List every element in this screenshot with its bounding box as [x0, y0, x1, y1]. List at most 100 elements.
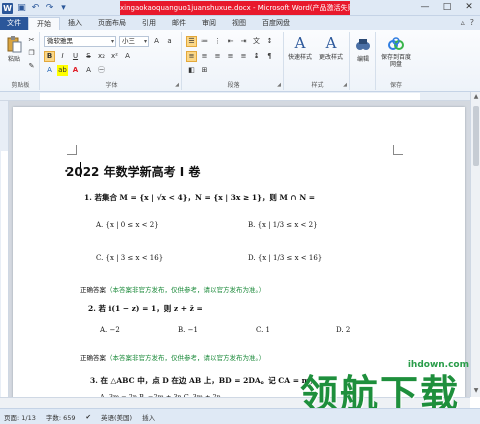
bold-icon[interactable]: B: [44, 51, 55, 62]
close-button[interactable]: ✕: [458, 0, 480, 15]
justify-icon[interactable]: ≡: [225, 51, 236, 62]
align-center-icon[interactable]: ≡: [199, 51, 210, 62]
subscript-icon[interactable]: x₂: [96, 51, 107, 62]
proofing-icon[interactable]: ✔: [86, 413, 91, 421]
align-right-icon[interactable]: ≡: [212, 51, 223, 62]
vertical-ruler[interactable]: [0, 101, 9, 397]
window-title: xingaokaoquanguo1juanshuxue.docx - Micro…: [120, 1, 350, 15]
change-styles-button[interactable]: A 更改样式: [319, 34, 343, 61]
q1-option-c: C. {x | 3 ≤ x < 16}: [96, 254, 164, 262]
paragraph-group: ☰ ≔ ⋮ ⇤ ⇥ 文 ↕ ≡ ≡ ≡ ≡ ≡ ↨ ¶ ◧ ⊞ 段落 ◢: [184, 32, 284, 90]
ribbon-right-controls: ▵ ?: [461, 18, 474, 27]
horizontal-ruler[interactable]: [0, 92, 470, 101]
format-painter-icon[interactable]: ✎: [26, 61, 37, 72]
text-effect-icon[interactable]: A: [44, 65, 55, 76]
font-dialog-launcher-icon[interactable]: ◢: [175, 82, 179, 88]
chinese-layout-icon[interactable]: 文: [251, 36, 262, 47]
char-shading-icon[interactable]: A: [83, 65, 94, 76]
sort-icon[interactable]: ↕: [264, 36, 275, 47]
editing-button[interactable]: 编辑: [354, 35, 372, 63]
tab-baidu-netdisk[interactable]: 百度网盘: [254, 17, 298, 30]
minimize-button[interactable]: —: [414, 0, 436, 15]
question-3: 3. 在 △ABC 中，点 D 在边 AB 上，BD = 2DA。记 CA = …: [90, 376, 318, 385]
bullets-icon[interactable]: ☰: [186, 36, 197, 47]
tab-review[interactable]: 审阅: [194, 17, 224, 30]
quick-styles-button[interactable]: A 快速样式: [288, 34, 312, 61]
superscript-icon[interactable]: x²: [109, 51, 120, 62]
word-app-icon[interactable]: W: [2, 2, 13, 14]
decrease-indent-icon[interactable]: ⇤: [225, 36, 236, 47]
quick-styles-icon: A: [294, 34, 306, 52]
line-spacing-icon[interactable]: ↨: [251, 51, 262, 62]
scroll-thumb[interactable]: [473, 106, 479, 166]
status-mode[interactable]: 插入: [142, 412, 155, 422]
q1-option-a: A. {x | 0 ≤ x < 2}: [96, 221, 159, 229]
numbering-icon[interactable]: ≔: [199, 36, 210, 47]
align-left-icon[interactable]: ≡: [186, 51, 197, 62]
underline-icon[interactable]: U: [70, 51, 81, 62]
styles-dialog-launcher-icon[interactable]: ◢: [343, 82, 347, 88]
tab-references[interactable]: 引用: [134, 17, 164, 30]
save-group: 保存到百度网盘 保存: [378, 32, 414, 90]
redo-icon[interactable]: ↷: [44, 3, 55, 14]
editing-group: 编辑: [352, 32, 376, 90]
paste-icon: [7, 36, 22, 53]
ribbon-tabs: 文件 开始 插入 页面布局 引用 邮件 审阅 视图 百度网盘 ▵ ?: [0, 16, 480, 30]
clipboard-group-label: 剪贴板: [11, 82, 30, 89]
tab-home[interactable]: 开始: [28, 17, 60, 30]
italic-icon[interactable]: I: [57, 51, 68, 62]
tab-file[interactable]: 文件: [0, 17, 28, 30]
tab-page-layout[interactable]: 页面布局: [90, 17, 134, 30]
paragraph-dialog-launcher-icon[interactable]: ◢: [277, 82, 281, 88]
status-words[interactable]: 字数: 659: [46, 412, 76, 422]
shrink-font-icon[interactable]: a: [164, 36, 175, 47]
font-name-combo[interactable]: 微软雅黑: [44, 36, 116, 47]
crop-mark-tr: [393, 145, 403, 155]
answer-line-2: 正确答案（本答案非官方发布，仅供参考，请以官方发布为准。）: [80, 354, 266, 362]
font-size-combo[interactable]: 小三: [119, 36, 149, 47]
status-language[interactable]: 英语(美国): [101, 412, 132, 422]
q2-option-c: C. 1: [256, 326, 271, 334]
q1-option-d: D. {x | 1/3 ≤ x < 16}: [248, 254, 323, 262]
q1-option-b: B. {x | 1/3 ≤ x < 2}: [248, 221, 318, 229]
scroll-up-icon[interactable]: ▲: [471, 93, 480, 102]
tab-view[interactable]: 视图: [224, 17, 254, 30]
clear-format-icon[interactable]: A: [122, 51, 133, 62]
q2-option-a: A. −2: [100, 326, 120, 334]
maximize-button[interactable]: □: [436, 0, 458, 15]
font-group: 微软雅黑 小三 A a B I U S x₂ x² A A ab A A ㊀ 字…: [42, 32, 182, 90]
show-marks-icon[interactable]: ¶: [264, 51, 275, 62]
font-group-label: 字体: [105, 82, 118, 89]
copy-icon[interactable]: ❐: [26, 48, 37, 59]
font-color-icon[interactable]: A: [70, 65, 81, 76]
watermark-url: ihdown.com: [407, 360, 469, 370]
multilevel-list-icon[interactable]: ⋮: [212, 36, 223, 47]
enclose-char-icon[interactable]: ㊀: [96, 65, 107, 76]
help-icon[interactable]: ?: [470, 18, 474, 27]
vertical-scrollbar[interactable]: ▲ ▼: [470, 92, 480, 397]
grow-font-icon[interactable]: A: [151, 36, 162, 47]
save-group-label: 保存: [389, 82, 402, 89]
increase-indent-icon[interactable]: ⇥: [238, 36, 249, 47]
styles-group: A 快速样式 A 更改样式 样式 ◢: [286, 32, 350, 90]
paste-button[interactable]: 粘贴: [5, 35, 23, 63]
strikethrough-icon[interactable]: S: [83, 51, 94, 62]
shading-icon[interactable]: ◧: [186, 65, 197, 76]
status-page[interactable]: 页面: 1/13: [4, 412, 36, 422]
borders-icon[interactable]: ⊞: [199, 65, 210, 76]
document-title: 2022 年数学新高考 I 卷: [66, 165, 201, 179]
change-styles-icon: A: [325, 34, 337, 52]
collapse-ribbon-icon[interactable]: ▵: [461, 18, 465, 27]
save-icon[interactable]: ▣: [16, 3, 27, 14]
clipboard-group: 粘贴 ✂ ❐ ✎ 剪贴板: [2, 32, 40, 90]
customize-qat-icon[interactable]: ▾: [58, 3, 69, 14]
ribbon: 粘贴 ✂ ❐ ✎ 剪贴板 微软雅黑 小三 A a B I U S x₂ x² A…: [0, 30, 480, 92]
styles-group-label: 样式: [311, 82, 324, 89]
distributed-icon[interactable]: ≡: [238, 51, 249, 62]
cut-icon[interactable]: ✂: [26, 35, 37, 46]
tab-mailings[interactable]: 邮件: [164, 17, 194, 30]
undo-icon[interactable]: ↶: [30, 3, 41, 14]
save-to-baidu-button[interactable]: 保存到百度网盘: [378, 35, 414, 68]
tab-insert[interactable]: 插入: [60, 17, 90, 30]
highlight-icon[interactable]: ab: [57, 65, 68, 76]
